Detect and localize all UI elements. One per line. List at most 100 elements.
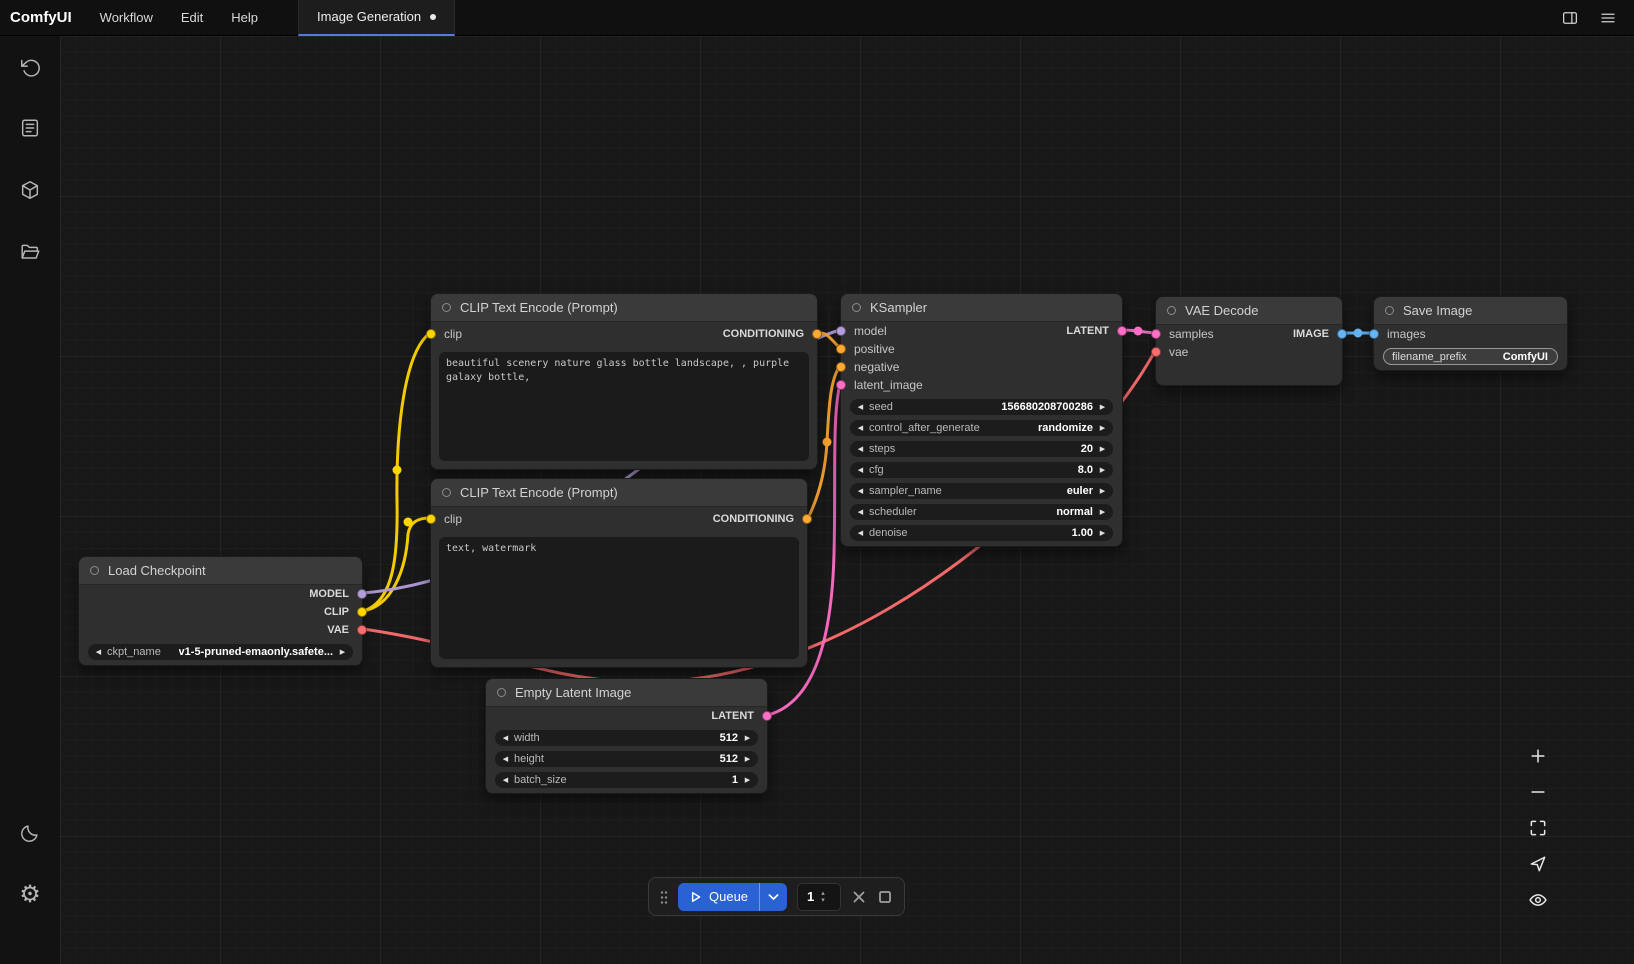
drag-handle-icon[interactable] [660, 890, 668, 904]
node-empty-latent-image[interactable]: Empty Latent Image LATENT width 512 heig… [485, 678, 768, 794]
toggle-visibility-eye-icon[interactable] [1526, 888, 1550, 912]
input-port-images[interactable] [1369, 329, 1379, 339]
collapse-dot-icon[interactable] [442, 303, 451, 312]
increment-count-icon[interactable] [821, 890, 825, 897]
widget-batch-size[interactable]: batch_size 1 [495, 772, 758, 788]
output-port-conditioning[interactable] [802, 514, 812, 524]
queue-options-chevron-icon[interactable] [759, 883, 787, 911]
menu-edit[interactable]: Edit [167, 0, 217, 36]
increment-arrow-icon[interactable] [1097, 487, 1108, 495]
menu-workflow[interactable]: Workflow [86, 0, 167, 36]
stop-icon[interactable] [877, 889, 893, 905]
tab-image-generation[interactable]: Image Generation [298, 0, 455, 36]
collapse-dot-icon[interactable] [1385, 306, 1394, 315]
node-header[interactable]: Save Image [1374, 297, 1567, 325]
model-library-icon[interactable] [18, 178, 42, 202]
input-port-vae[interactable] [1151, 347, 1161, 357]
decrement-arrow-icon[interactable] [500, 776, 511, 784]
node-header[interactable]: KSampler [841, 294, 1122, 322]
fit-view-icon[interactable] [1526, 816, 1550, 840]
widget-height[interactable]: height 512 [495, 751, 758, 767]
increment-arrow-icon[interactable] [1097, 508, 1108, 516]
widget-width[interactable]: width 512 [495, 730, 758, 746]
output-port-image[interactable] [1337, 329, 1347, 339]
decrement-arrow-icon[interactable] [855, 424, 866, 432]
widget-scheduler[interactable]: scheduler normal [850, 504, 1113, 520]
node-header[interactable]: VAE Decode [1156, 297, 1342, 325]
increment-arrow-icon[interactable] [337, 648, 348, 656]
decrement-arrow-icon[interactable] [500, 734, 511, 742]
increment-arrow-icon[interactable] [742, 734, 753, 742]
output-port-vae[interactable] [357, 625, 367, 635]
reroute-dot-clip-1[interactable] [393, 466, 402, 475]
widget-sampler-name[interactable]: sampler_name euler [850, 483, 1113, 499]
input-port-negative[interactable] [836, 362, 846, 372]
prompt-text-area[interactable]: beautiful scenery nature glass bottle la… [439, 352, 809, 461]
collapse-dot-icon[interactable] [497, 688, 506, 697]
settings-gear-icon[interactable]: ⚙ [18, 883, 42, 907]
increment-arrow-icon[interactable] [1097, 424, 1108, 432]
output-port-latent[interactable] [762, 711, 772, 721]
node-ksampler[interactable]: KSampler model LATENT positive negative … [840, 293, 1123, 547]
increment-arrow-icon[interactable] [1097, 529, 1108, 537]
decrement-arrow-icon[interactable] [855, 508, 866, 516]
output-port-model[interactable] [357, 589, 367, 599]
pointer-navigate-icon[interactable] [1526, 852, 1550, 876]
increment-arrow-icon[interactable] [1097, 445, 1108, 453]
node-library-icon[interactable] [18, 116, 42, 140]
toggle-panel-icon[interactable] [1556, 4, 1584, 32]
widget-filename-prefix[interactable]: filename_prefix ComfyUI [1383, 348, 1558, 365]
reroute-dot-conditioning[interactable] [823, 438, 832, 447]
increment-arrow-icon[interactable] [1097, 466, 1108, 474]
widget-seed[interactable]: seed 156680208700286 [850, 399, 1113, 415]
menu-help[interactable]: Help [217, 0, 272, 36]
collapse-dot-icon[interactable] [852, 303, 861, 312]
decrement-arrow-icon[interactable] [500, 755, 511, 763]
prompt-text-area[interactable]: text, watermark [439, 537, 799, 659]
decrement-arrow-icon[interactable] [855, 529, 866, 537]
widget-control-after-generate[interactable]: control_after_generate randomize [850, 420, 1113, 436]
collapse-dot-icon[interactable] [90, 566, 99, 575]
node-vae-decode[interactable]: VAE Decode samples IMAGE vae [1155, 296, 1343, 386]
node-graph-canvas[interactable]: Load Checkpoint MODEL CLIP VAE ckpt_name… [60, 36, 1634, 964]
batch-count-stepper[interactable]: 1 [797, 883, 841, 911]
increment-arrow-icon[interactable] [1097, 403, 1108, 411]
widget-ckpt-name[interactable]: ckpt_name v1-5-pruned-emaonly.safete... [88, 644, 353, 660]
reroute-dot-image[interactable] [1354, 329, 1363, 338]
decrement-arrow-icon[interactable] [855, 466, 866, 474]
input-port-clip[interactable] [426, 514, 436, 524]
decrement-count-icon[interactable] [821, 897, 825, 904]
node-header[interactable]: Load Checkpoint [79, 557, 362, 585]
input-port-samples[interactable] [1151, 329, 1161, 339]
input-port-positive[interactable] [836, 344, 846, 354]
zoom-in-icon[interactable] [1526, 744, 1550, 768]
node-clip-text-encode-positive[interactable]: CLIP Text Encode (Prompt) clip CONDITION… [430, 293, 818, 470]
input-port-clip[interactable] [426, 329, 436, 339]
increment-arrow-icon[interactable] [742, 776, 753, 784]
increment-arrow-icon[interactable] [742, 755, 753, 763]
reroute-dot-latent[interactable] [1134, 327, 1143, 336]
collapse-dot-icon[interactable] [442, 488, 451, 497]
workflow-history-icon[interactable] [18, 56, 42, 80]
reroute-dot-clip-2[interactable] [404, 518, 413, 527]
node-save-image[interactable]: Save Image images filename_prefix ComfyU… [1373, 296, 1568, 371]
input-port-latent-image[interactable] [836, 380, 846, 390]
widget-denoise[interactable]: denoise 1.00 [850, 525, 1113, 541]
node-header[interactable]: CLIP Text Encode (Prompt) [431, 479, 807, 507]
workflows-folder-icon[interactable] [18, 240, 42, 264]
output-port-clip[interactable] [357, 607, 367, 617]
theme-moon-icon[interactable] [18, 821, 42, 845]
node-header[interactable]: CLIP Text Encode (Prompt) [431, 294, 817, 322]
input-port-model[interactable] [836, 326, 846, 336]
queue-button[interactable]: Queue [678, 889, 759, 904]
cancel-run-icon[interactable] [851, 889, 867, 905]
decrement-arrow-icon[interactable] [93, 648, 104, 656]
node-clip-text-encode-negative[interactable]: CLIP Text Encode (Prompt) clip CONDITION… [430, 478, 808, 668]
decrement-arrow-icon[interactable] [855, 487, 866, 495]
output-port-latent[interactable] [1117, 326, 1127, 336]
widget-steps[interactable]: steps 20 [850, 441, 1113, 457]
hamburger-menu-icon[interactable] [1594, 4, 1622, 32]
output-port-conditioning[interactable] [812, 329, 822, 339]
collapse-dot-icon[interactable] [1167, 306, 1176, 315]
decrement-arrow-icon[interactable] [855, 445, 866, 453]
